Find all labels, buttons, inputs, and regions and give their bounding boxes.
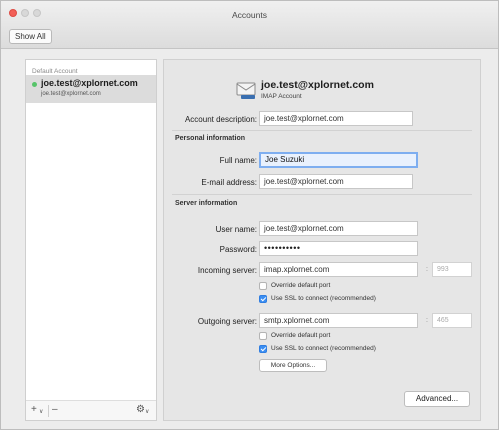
remove-account-button[interactable]: – (48, 405, 58, 417)
port-separator: : (426, 266, 428, 273)
user-name-label: User name: (215, 225, 257, 234)
window-title: Accounts (232, 10, 267, 20)
status-dot-icon (32, 82, 37, 87)
outgoing-use-ssl-checkbox[interactable] (259, 345, 267, 353)
full-name-label: Full name: (219, 156, 257, 165)
show-all-button[interactable]: Show All (9, 29, 52, 44)
email-address-field[interactable]: joe.test@xplornet.com (259, 174, 413, 189)
divider (172, 130, 472, 131)
outgoing-override-port-label: Override default port (271, 332, 331, 339)
title-bar: Accounts Show All (1, 1, 498, 49)
incoming-use-ssl-label: Use SSL to connect (recommended) (271, 295, 376, 302)
personal-information-heading: Personal information (175, 135, 246, 142)
incoming-use-ssl-checkbox[interactable] (259, 295, 267, 303)
email-address-label: E-mail address: (201, 178, 257, 187)
gear-icon[interactable]: ⚙ (136, 405, 145, 417)
sidebar-item-account[interactable]: joe.test@xplornet.com joe.test@xplornet.… (26, 75, 156, 103)
user-name-field[interactable]: joe.test@xplornet.com (259, 221, 418, 236)
incoming-server-field[interactable]: imap.xplornet.com (259, 262, 418, 277)
outgoing-server-field[interactable]: smtp.xplornet.com (259, 313, 418, 328)
account-description-field[interactable]: joe.test@xplornet.com (259, 111, 413, 126)
accounts-window: Accounts Show All Default Account joe.te… (0, 0, 499, 430)
account-header-email: joe.test@xplornet.com (261, 79, 374, 91)
incoming-port-field: 993 (432, 262, 472, 277)
password-label: Password: (219, 245, 257, 254)
outgoing-use-ssl-label: Use SSL to connect (recommended) (271, 345, 376, 352)
sidebar-section-label: Default Account (32, 68, 78, 75)
divider (172, 194, 472, 195)
incoming-override-port-label: Override default port (271, 282, 331, 289)
outgoing-port-field: 465 (432, 313, 472, 328)
port-separator: : (426, 317, 428, 324)
accounts-sidebar: Default Account joe.test@xplornet.com jo… (25, 59, 157, 421)
more-options-button[interactable]: More Options... (259, 359, 327, 372)
advanced-button[interactable]: Advanced... (404, 391, 470, 407)
add-account-button[interactable]: + (31, 405, 37, 417)
password-field[interactable]: •••••••••• (259, 241, 418, 256)
account-description-label: Account description: (184, 115, 257, 124)
full-name-field[interactable]: Joe Suzuki (259, 152, 418, 168)
gear-menu-chevron-icon[interactable]: ∨ (145, 407, 149, 419)
sidebar-account-name: joe.test@xplornet.com (41, 78, 138, 88)
sidebar-footer: + ∨ – ⚙ ∨ (26, 400, 156, 420)
incoming-server-label: Incoming server: (197, 266, 257, 275)
server-information-heading: Server information (175, 200, 238, 207)
account-details-panel: joe.test@xplornet.com IMAP Account Accou… (163, 59, 481, 421)
account-type-label: IMAP Account (261, 93, 302, 100)
incoming-override-port-checkbox[interactable] (259, 282, 267, 290)
outgoing-server-label: Outgoing server: (197, 317, 257, 326)
sidebar-account-subtitle: joe.test@xplornet.com (41, 91, 101, 97)
envelope-icon (236, 82, 256, 99)
outgoing-override-port-checkbox[interactable] (259, 332, 267, 340)
add-menu-chevron-icon[interactable]: ∨ (39, 407, 43, 419)
